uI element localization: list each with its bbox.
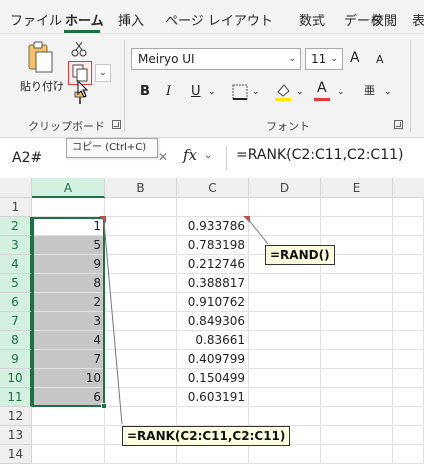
font-color-icon[interactable]: A [317,80,327,96]
phonetic-dropdown-chevron-icon[interactable]: ⌄ [384,87,392,97]
italic-button[interactable]: I [166,84,171,99]
fill-color-dropdown-chevron-icon[interactable]: ⌄ [296,87,304,97]
cut-icon[interactable] [71,41,87,57]
formula-bar: A2# ✕ fx ⌄ =RANK(C2:C11,C2:C11) [0,138,424,178]
font-group-label: フォント [266,120,310,133]
font-name-value: Meiryo UI [138,52,195,66]
bold-button[interactable]: B [140,84,150,99]
formula-input[interactable]: =RANK(C2:C11,C2:C11) [236,147,403,163]
tab-review[interactable]: 校閲 [371,10,397,29]
tab-home[interactable]: ホーム [65,10,104,29]
copy-dropdown-chevron-icon[interactable]: ⌄ [95,64,111,82]
tab-formulas[interactable]: 数式 [299,10,325,29]
tab-insert[interactable]: 挿入 [118,10,144,29]
underline-dropdown-chevron-icon[interactable]: ⌄ [208,87,216,97]
tab-page-layout[interactable]: ページ レイアウト [165,10,273,29]
chevron-down-icon: ⌄ [330,54,338,64]
borders-icon[interactable] [232,84,248,100]
borders-dropdown-chevron-icon[interactable]: ⌄ [252,87,260,97]
group-divider [124,40,125,132]
increase-font-size-icon[interactable]: A [350,50,360,66]
active-tab-indicator [64,30,100,33]
cancel-entry-icon[interactable]: ✕ [158,150,168,164]
ribbon-tab-bar: ファイル ホーム 挿入 ページ レイアウト 数式 データ 校閲 表 [0,0,424,34]
underline-button[interactable]: U [191,84,201,99]
font-name-select[interactable]: Meiryo UI ⌄ [131,48,301,70]
font-size-value: 11 [311,52,327,66]
worksheet-grid[interactable]: A B C D E 1 2 1 0.933786 3 5 0.783198 4 9 0.21274… [0,178,424,464]
rand-callout: =RAND() [265,245,335,265]
fill-color-icon[interactable] [274,82,292,102]
font-color-dropdown-chevron-icon[interactable]: ⌄ [337,87,345,97]
group-divider [410,40,411,132]
callout-leaders [103,218,269,425]
font-launcher-icon[interactable] [394,120,403,129]
mouse-pointer-icon [77,80,89,98]
phonetic-guide-icon[interactable]: 亜 [364,82,375,98]
fx-dropdown-chevron-icon[interactable]: ⌄ [204,150,212,161]
paste-icon[interactable] [26,40,56,76]
rank-callout: =RANK(C2:C11,C2:C11) [122,426,291,446]
copy-tooltip: コピー (Ctrl+C) [66,138,158,158]
insert-function-icon[interactable]: fx [183,146,197,164]
formula-bar-divider [226,146,227,170]
decrease-font-size-icon[interactable]: A [376,53,384,66]
font-color-swatch [314,98,330,101]
tab-file[interactable]: ファイル [10,10,62,29]
chevron-down-icon: ⌄ [288,54,296,64]
tab-view[interactable]: 表 [412,10,424,29]
font-size-select[interactable]: 11 ⌄ [305,48,343,70]
paste-dropdown-chevron-icon[interactable]: ⌄ [52,76,60,86]
clipboard-group-label: クリップボード [28,120,105,133]
ribbon: 貼り付け ⌄ ⌄ クリップボード Meiryo UI ⌄ 11 ⌄ A A B … [0,34,424,138]
clipboard-launcher-icon[interactable] [112,120,121,129]
